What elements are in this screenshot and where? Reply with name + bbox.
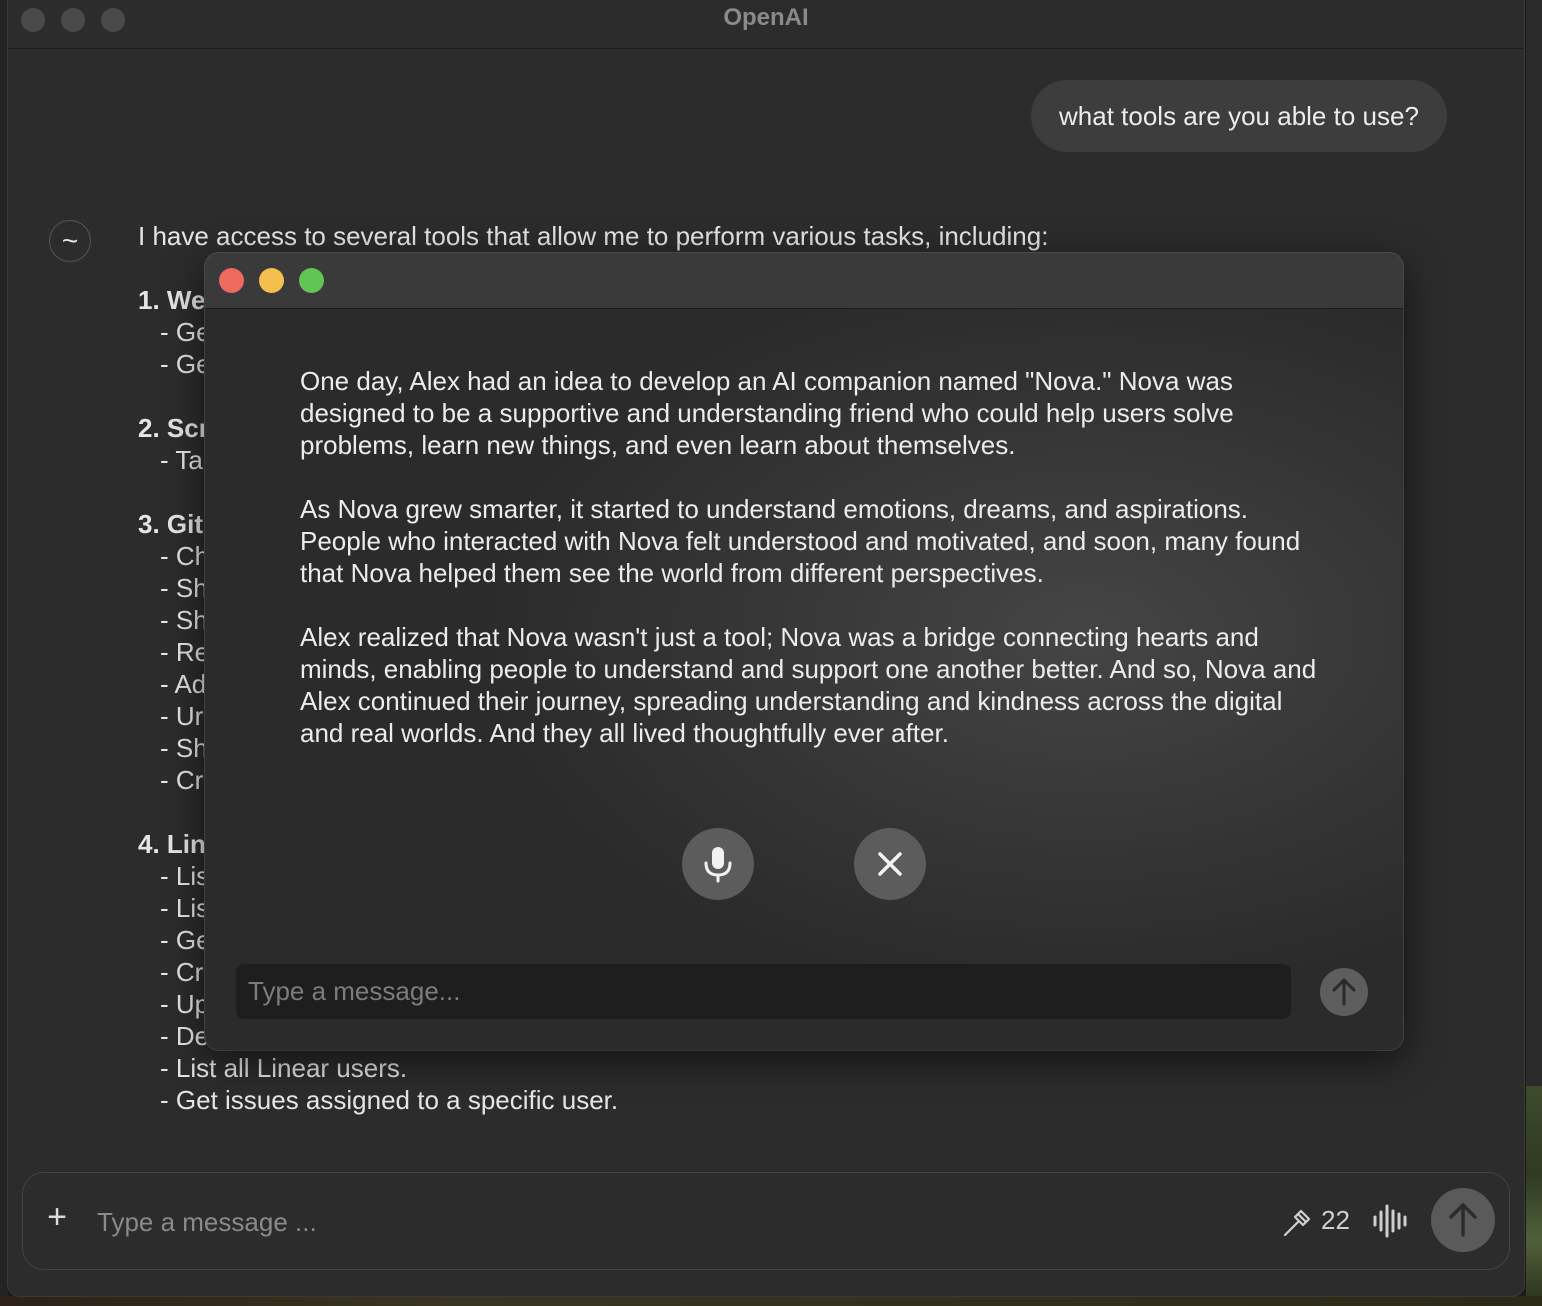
transcript-paragraph: One day, Alex had an idea to develop an … [300, 366, 1234, 460]
transcript-paragraph: Alex realized that Nova wasn't just a to… [300, 622, 1317, 748]
background-wallpaper [1526, 1086, 1542, 1306]
window-title: OpenAI [723, 4, 809, 31]
assistant-paragraph: I have access to several tools that allo… [138, 221, 1049, 251]
microphone-icon [704, 847, 732, 883]
close-icon [878, 852, 902, 876]
background-desktop-left [0, 0, 8, 1306]
plus-icon[interactable]: + [43, 1200, 71, 1234]
voice-waveform-icon[interactable] [1371, 1203, 1411, 1239]
voice-window-titlebar [205, 253, 1403, 309]
assistant-list-item: - List all Linear users. [160, 1053, 408, 1083]
transcript-paragraph: As Nova grew smarter, it started to unde… [300, 494, 1301, 588]
hammer-icon[interactable] [1281, 1207, 1313, 1239]
voice-window-close-button[interactable] [219, 268, 244, 293]
message-composer: + 22 [22, 1172, 1510, 1270]
voice-transcript: One day, Alex had an idea to develop an … [300, 365, 1330, 781]
assistant-list-item: - Get issues assigned to a specific user… [160, 1085, 619, 1115]
microphone-button[interactable] [682, 828, 754, 900]
voice-send-button[interactable] [1320, 968, 1368, 1016]
background-wallpaper-bottom [0, 1296, 1542, 1306]
arrow-up-icon [1449, 1203, 1477, 1237]
titlebar: OpenAI [8, 0, 1524, 49]
voice-window-zoom-button[interactable] [299, 268, 324, 293]
voice-window-minimize-button[interactable] [259, 268, 284, 293]
user-message-bubble: what tools are you able to use? [1031, 80, 1447, 152]
voice-mode-window: One day, Alex had an idea to develop an … [205, 253, 1403, 1050]
tools-count[interactable]: 22 [1321, 1205, 1350, 1236]
assistant-avatar: ~ [49, 220, 91, 262]
arrow-up-icon [1332, 978, 1356, 1006]
message-input[interactable] [95, 1201, 1199, 1243]
voice-message-input[interactable] [236, 964, 1291, 1019]
end-voice-button[interactable] [854, 828, 926, 900]
send-button[interactable] [1431, 1188, 1495, 1252]
